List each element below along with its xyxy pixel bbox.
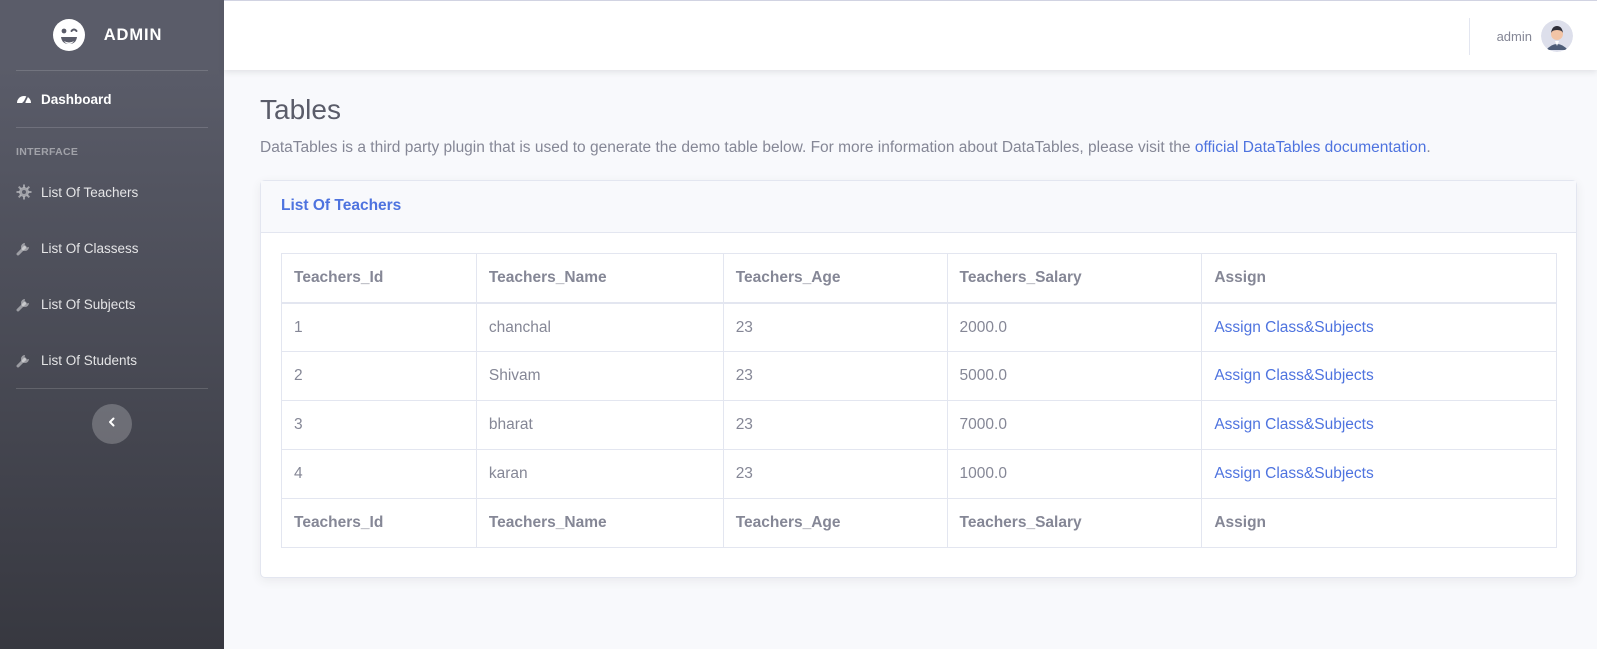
cell-name: bharat xyxy=(475,400,724,451)
table-row: 3 bharat 23 7000.0 Assign Class&Subjects xyxy=(281,400,1557,451)
tachometer-icon xyxy=(16,91,32,107)
cell-name: chanchal xyxy=(475,302,724,353)
intro-end: . xyxy=(1426,138,1431,156)
wrench-icon xyxy=(16,296,32,312)
wrench-icon xyxy=(16,240,32,256)
cell-name: Shivam xyxy=(475,351,724,402)
table-footer-row: Teachers_Id Teachers_Name Teachers_Age T… xyxy=(281,498,1557,549)
sidebar-item-list-of-classess[interactable]: List Of Classess xyxy=(0,220,224,276)
assign-link[interactable]: Assign Class&Subjects xyxy=(1214,465,1373,482)
cell-id: 2 xyxy=(281,351,477,402)
cell-name: karan xyxy=(475,449,724,500)
card-body: Teachers_Id Teachers_Name Teachers_Age T… xyxy=(261,233,1576,568)
cell-id: 3 xyxy=(281,400,477,451)
teachers-table: Teachers_Id Teachers_Name Teachers_Age T… xyxy=(281,253,1557,549)
sidebar-item-label: List Of Students xyxy=(41,352,138,368)
sidebar-item-label: List Of Classess xyxy=(41,240,139,256)
cell-assign: Assign Class&Subjects xyxy=(1201,302,1557,353)
cell-age: 23 xyxy=(722,302,948,353)
topbar: admin xyxy=(224,0,1597,70)
laugh-wink-icon xyxy=(52,18,86,52)
table-row: 2 Shivam 23 5000.0 Assign Class&Subjects xyxy=(281,351,1557,402)
column-footer: Teachers_Salary xyxy=(946,498,1203,549)
cell-assign: Assign Class&Subjects xyxy=(1201,351,1557,402)
column-header[interactable]: Teachers_Age xyxy=(722,253,948,304)
assign-link[interactable]: Assign Class&Subjects xyxy=(1214,319,1373,336)
card-title: List Of Teachers xyxy=(261,181,1576,234)
cell-assign: Assign Class&Subjects xyxy=(1201,449,1557,500)
sidebar-item-dashboard[interactable]: Dashboard xyxy=(0,71,224,127)
chevron-left-icon xyxy=(106,415,118,433)
sidebar-item-list-of-students[interactable]: List Of Students xyxy=(0,332,224,388)
table-row: 4 karan 23 1000.0 Assign Class&Subjects xyxy=(281,449,1557,500)
cell-id: 1 xyxy=(281,302,477,353)
table-row: 1 chanchal 23 2000.0 Assign Class&Subjec… xyxy=(281,302,1557,353)
cell-salary: 7000.0 xyxy=(946,400,1203,451)
sidebar-item-list-of-subjects[interactable]: List Of Subjects xyxy=(0,276,224,332)
column-footer: Teachers_Name xyxy=(475,498,724,549)
sidebar-toggle-button[interactable] xyxy=(92,404,132,444)
sidebar-divider xyxy=(16,388,208,389)
column-footer: Assign xyxy=(1201,498,1557,549)
cell-assign: Assign Class&Subjects xyxy=(1201,400,1557,451)
column-footer: Teachers_Age xyxy=(722,498,948,549)
sidebar-item-label: List Of Subjects xyxy=(41,296,136,312)
user-menu[interactable]: admin xyxy=(1497,20,1573,52)
teachers-card: List Of Teachers Teachers_Id Teachers_Na… xyxy=(260,180,1577,579)
column-header[interactable]: Teachers_Id xyxy=(281,253,477,304)
sidebar-brand[interactable]: ADMIN xyxy=(0,0,224,70)
wrench-icon xyxy=(16,352,32,368)
page-title: Tables xyxy=(260,94,341,125)
assign-link[interactable]: Assign Class&Subjects xyxy=(1214,367,1373,384)
column-header[interactable]: Teachers_Salary xyxy=(946,253,1203,304)
cell-salary: 1000.0 xyxy=(946,449,1203,500)
table-header-row: Teachers_Id Teachers_Name Teachers_Age T… xyxy=(281,253,1557,304)
main-content: Tables DataTables is a third party plugi… xyxy=(260,70,1577,579)
username: admin xyxy=(1496,28,1532,44)
sidebar: ADMIN Dashboard INTERFACE List Of Teache… xyxy=(0,0,224,649)
assign-link[interactable]: Assign Class&Subjects xyxy=(1214,416,1373,433)
topbar-divider xyxy=(1469,18,1470,55)
page-intro: DataTables is a third party plugin that … xyxy=(260,137,1577,159)
cell-age: 23 xyxy=(722,351,948,402)
cog-icon xyxy=(16,184,32,200)
column-header[interactable]: Teachers_Name xyxy=(475,253,724,304)
column-footer: Teachers_Id xyxy=(281,498,477,549)
sidebar-item-label: List Of Teachers xyxy=(41,184,139,200)
column-header[interactable]: Assign xyxy=(1201,253,1557,304)
cell-age: 23 xyxy=(722,400,948,451)
cell-age: 23 xyxy=(722,449,948,500)
cell-salary: 5000.0 xyxy=(946,351,1203,402)
intro-text: DataTables is a third party plugin that … xyxy=(260,138,1195,156)
avatar xyxy=(1541,20,1573,52)
datatables-docs-link[interactable]: official DataTables documentation xyxy=(1195,139,1427,156)
sidebar-item-label: Dashboard xyxy=(41,91,112,107)
cell-id: 4 xyxy=(281,449,477,500)
sidebar-heading: INTERFACE xyxy=(16,146,79,158)
brand-name: ADMIN xyxy=(103,25,163,44)
sidebar-item-list-of-teachers[interactable]: List Of Teachers xyxy=(0,164,224,220)
cell-salary: 2000.0 xyxy=(946,302,1203,353)
